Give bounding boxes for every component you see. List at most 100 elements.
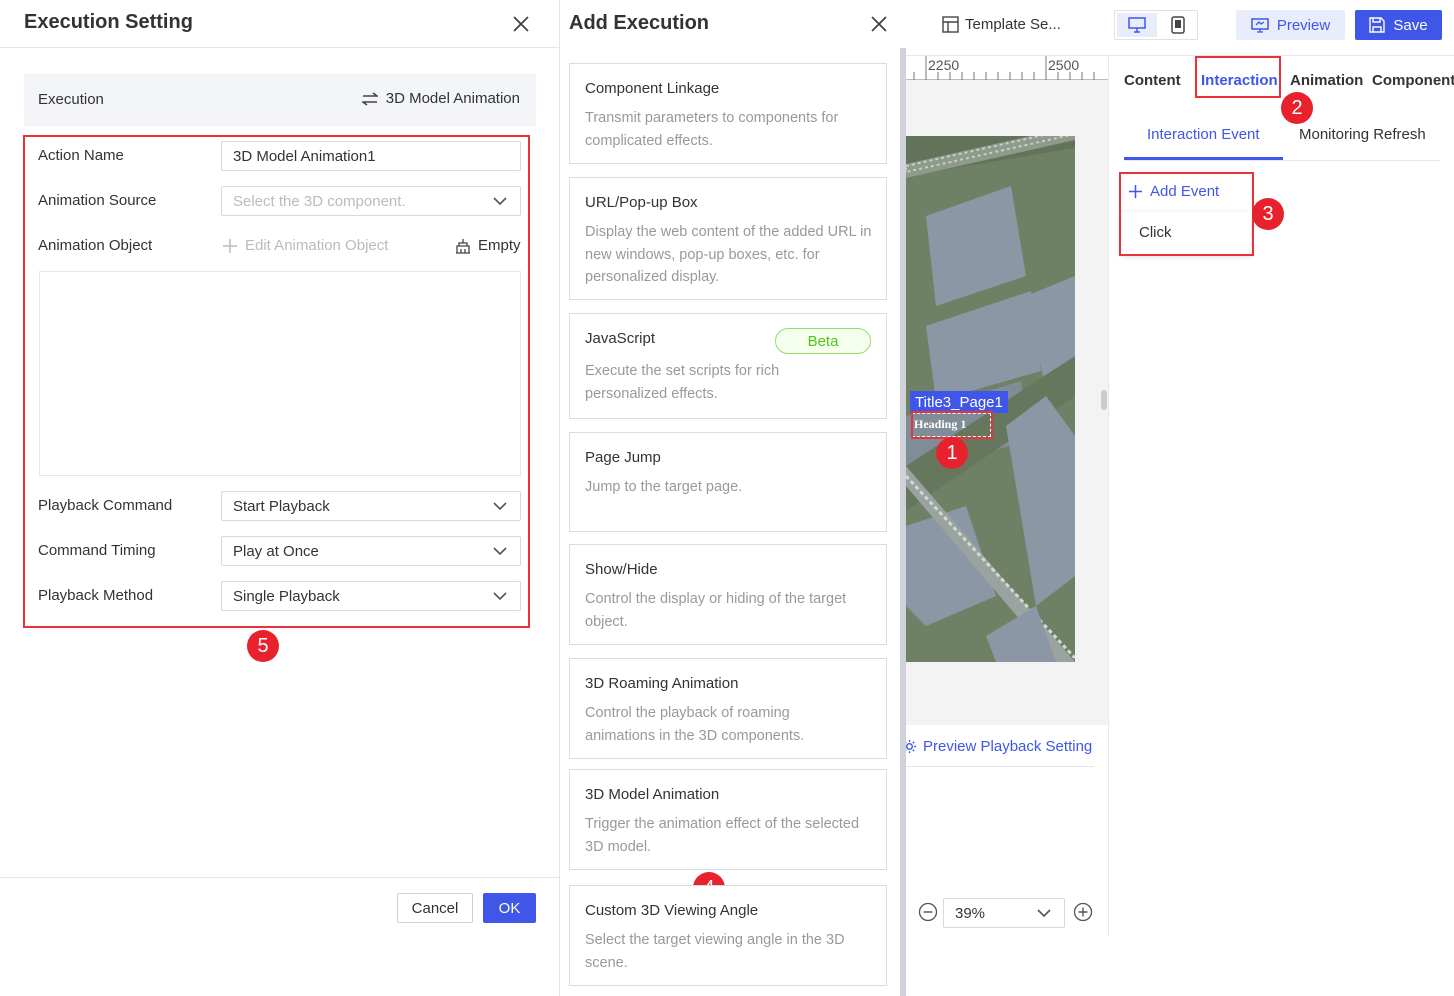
option-description: Jump to the target page. [585,479,743,495]
beta-badge: Beta [775,328,871,354]
mobile-view-button[interactable] [1159,13,1197,37]
option-title: 3D Model Animation [585,786,720,803]
execution-setting-header: Execution Setting [0,0,560,48]
command-timing-select[interactable]: Play at Once [221,536,521,566]
empty-label: Empty [478,237,521,254]
step-badge-3: 3 [1252,198,1284,230]
zoom-in-button[interactable] [1073,902,1093,922]
option-description: Control the display or hiding of the tar… [585,591,847,630]
mobile-icon [1171,16,1185,34]
animation-source-placeholder: Select the 3D component. [233,192,406,210]
option-description: Select the target viewing angle in the 3… [585,932,845,971]
horizontal-ruler: 2250 2500 [906,56,1108,80]
execution-option-javascript[interactable]: JavaScript Beta Execute the set scripts … [569,313,887,419]
subtab-interaction-event[interactable]: Interaction Event [1147,126,1260,143]
component-highlight [911,411,993,439]
option-title: URL/Pop-up Box [585,194,698,211]
zoom-value: 39% [955,904,986,922]
command-timing-label: Command Timing [38,542,156,559]
playback-method-value: Single Playback [233,587,340,605]
playback-command-value: Start Playback [233,497,330,515]
action-name-input[interactable]: 3D Model Animation1 [221,141,521,171]
desktop-view-button[interactable] [1117,13,1157,37]
panel-divider [900,48,906,996]
chevron-down-icon [493,502,507,511]
option-description: Transmit parameters to components for co… [585,110,839,149]
execution-type-label: 3D Model Animation [385,90,520,107]
execution-option-show-hide[interactable]: Show/Hide Control the display or hiding … [569,544,887,645]
execution-option-page-jump[interactable]: Page Jump Jump to the target page. [569,432,887,532]
template-icon [942,16,959,33]
zoom-out-button[interactable] [918,902,938,922]
switch-execution-type-button[interactable]: 3D Model Animation [361,90,520,107]
tab-animation[interactable]: Animation [1290,72,1363,89]
option-description: Control the playback of roaming animatio… [585,705,805,744]
option-title: Show/Hide [585,561,658,578]
execution-option-component-linkage[interactable]: Component Linkage Transmit parameters to… [569,63,887,164]
device-toggle [1114,10,1198,40]
interaction-tab-highlight [1195,56,1281,98]
option-title: Component Linkage [585,80,720,97]
step-badge-5: 5 [247,630,279,662]
ruler-label: 2250 [928,57,960,73]
edit-animation-object-label: Edit Animation Object [245,237,389,254]
add-event-highlight [1119,172,1254,256]
execution-type-row: Execution 3D Model Animation [24,74,536,126]
subtab-monitoring-refresh[interactable]: Monitoring Refresh [1299,126,1426,143]
ok-button[interactable]: OK [483,893,536,923]
chevron-down-icon [493,592,507,601]
option-title: 3D Roaming Animation [585,675,739,692]
close-icon[interactable] [869,14,889,34]
playback-command-label: Playback Command [38,497,173,514]
option-title: Custom 3D Viewing Angle [585,902,759,919]
chevron-down-icon [493,197,507,206]
add-execution-title: Add Execution [569,12,710,34]
canvas-scrollbar[interactable] [1101,390,1107,410]
execution-option-3d-roaming-animation[interactable]: 3D Roaming Animation Control the playbac… [569,658,887,759]
template-settings-label: Template Se... [965,16,1061,33]
component-name-tag: Title3_Page1 [910,391,1008,413]
tab-content[interactable]: Content [1124,72,1181,89]
edit-animation-object-button[interactable]: Edit Animation Object [222,237,388,254]
option-description: Execute the set scripts for rich persona… [585,363,780,402]
playback-method-select[interactable]: Single Playback [221,581,521,611]
option-description: Display the web content of the added URL… [585,224,872,285]
command-timing-value: Play at Once [233,542,319,560]
footer-divider [906,766,1094,767]
step-badge-1: 1 [936,437,968,469]
tab-component[interactable]: Component [1372,72,1454,89]
animation-source-select[interactable]: Select the 3D component. [221,186,521,216]
execution-option-custom-3d-viewing-angle[interactable]: Custom 3D Viewing Angle Select the targe… [569,885,887,986]
chevron-down-icon [493,547,507,556]
playback-method-label: Playback Method [38,587,154,604]
preview-playback-label: Preview Playback Setting [923,738,1093,755]
preview-playback-setting-link[interactable]: Preview Playback Setting [902,738,1092,755]
minus-circle-icon [918,902,938,922]
preview-label: Preview [1276,16,1331,34]
option-description: Trigger the animation effect of the sele… [585,816,860,855]
save-icon [1369,17,1386,33]
option-title: JavaScript [585,330,656,347]
plus-icon [223,238,237,253]
empty-button[interactable]: Empty [455,237,521,254]
template-settings-button[interactable]: Template Se... [942,16,1061,33]
clear-icon [456,238,470,254]
zoom-select[interactable]: 39% [943,898,1065,928]
execution-label: Execution [38,91,104,108]
animation-object-label: Animation Object [38,237,153,254]
cancel-button[interactable]: Cancel [397,893,473,923]
desktop-icon [1128,17,1146,33]
step-badge-2: 2 [1281,92,1313,124]
preview-button[interactable]: Preview [1236,10,1345,40]
execution-option-3d-model-animation[interactable]: 3D Model Animation Trigger the animation… [569,769,887,870]
action-name-label: Action Name [38,147,124,164]
plus-circle-icon [1073,902,1093,922]
save-button[interactable]: Save [1355,10,1442,40]
preview-icon [1251,17,1269,33]
ruler-label: 2500 [1048,57,1080,73]
option-title: Page Jump [585,449,661,466]
animation-source-label: Animation Source [38,192,157,209]
close-icon[interactable] [511,14,531,34]
playback-command-select[interactable]: Start Playback [221,491,521,521]
execution-option-url-popup[interactable]: URL/Pop-up Box Display the web content o… [569,177,887,300]
